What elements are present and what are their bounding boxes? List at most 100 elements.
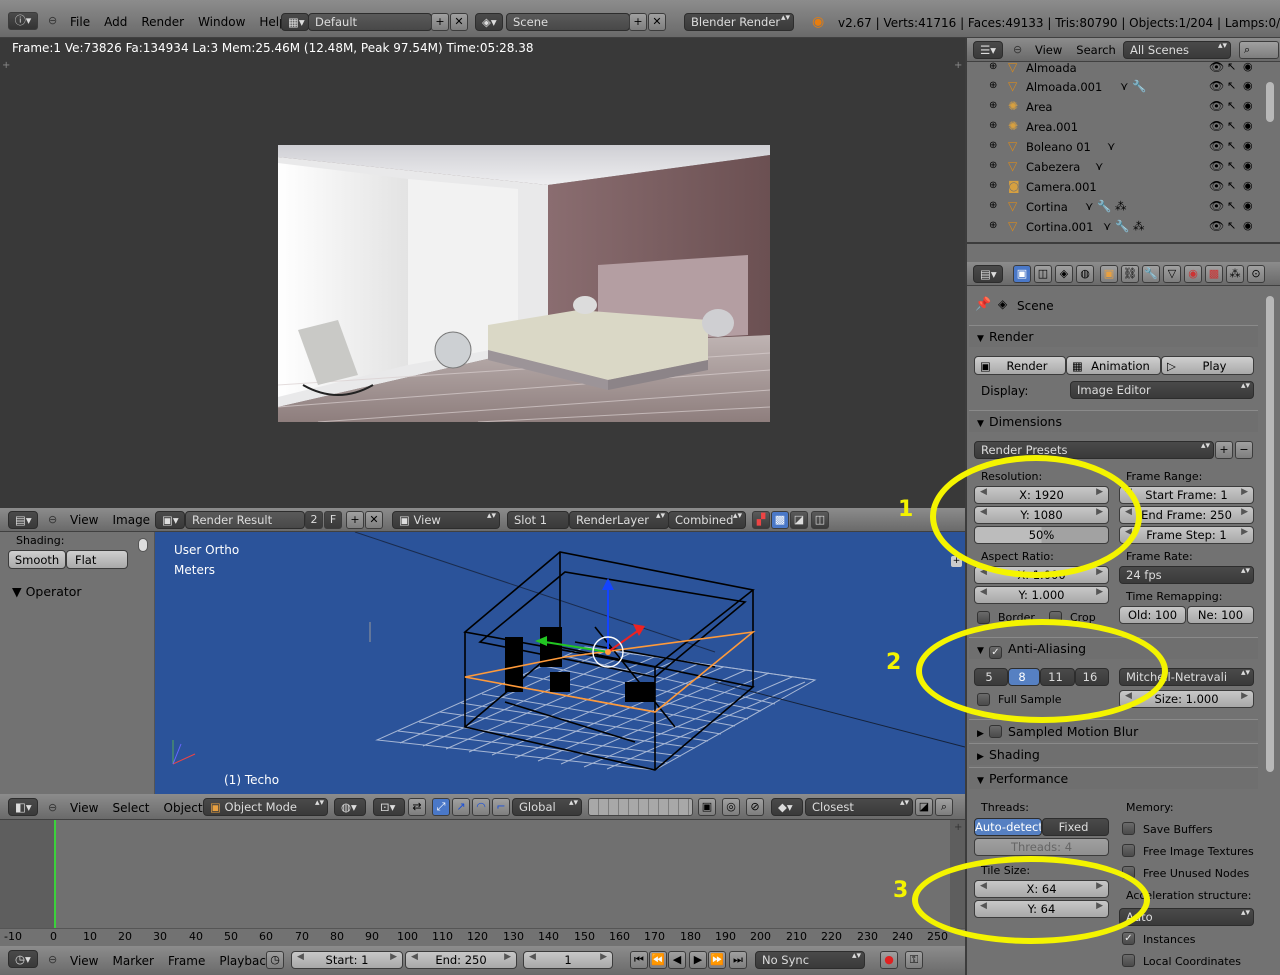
motion-blur-checkbox[interactable] [989, 725, 1002, 738]
operator-panel[interactable]: ▼ Operator [12, 584, 82, 599]
menu-view[interactable]: View [1035, 43, 1062, 57]
menu-view[interactable]: View [70, 954, 98, 968]
scene-select[interactable]: Scene [506, 13, 630, 31]
menu-render[interactable]: Render [141, 15, 184, 29]
collapse-menu-icon[interactable]: ⊖ [48, 14, 57, 27]
properties-editor-type-icon[interactable]: ▤▾ [973, 265, 1003, 283]
transform-icon[interactable]: ⌐ [492, 798, 510, 816]
image-editor-type-icon[interactable]: ▤▾ [8, 511, 38, 529]
world-tab-icon[interactable]: ◍ [1076, 265, 1094, 283]
jump-start-icon[interactable]: ⏮ [630, 951, 648, 969]
record-icon[interactable]: ● [880, 951, 898, 969]
timeline-corner-plus-icon[interactable]: + [954, 822, 962, 833]
performance-panel-header[interactable]: ▼ Performance [969, 767, 1258, 789]
image-users-field[interactable]: 2 [305, 511, 323, 529]
proportional-icon[interactable]: ⊘ [746, 798, 764, 816]
animation-button[interactable]: ▦ Animation [1066, 356, 1161, 375]
next-keyframe-icon[interactable]: ⏩ [708, 951, 726, 969]
pivot-icon[interactable]: ⊡▾ [373, 798, 405, 816]
display-select[interactable]: Image Editor ▴▾ [1070, 381, 1254, 399]
layer-lock-icon[interactable]: ▣ [698, 798, 716, 816]
threads-fixed-button[interactable]: Fixed [1042, 818, 1109, 836]
threads-auto-button[interactable]: Auto-detect [974, 818, 1042, 836]
opengl-render-icon[interactable]: ⌕ [935, 798, 953, 816]
prev-keyframe-icon[interactable]: ⏪ [649, 951, 667, 969]
manipulator-toggle-icon[interactable]: ⇄ [408, 798, 426, 816]
outliner-editor-type-icon[interactable]: ☰▾ [973, 41, 1003, 59]
fps-select[interactable]: 24 fps ▴▾ [1119, 566, 1254, 584]
fake-user-button[interactable]: F [324, 511, 342, 529]
outliner-filter-select[interactable]: All Scenes ▴▾ [1123, 41, 1231, 59]
end-frame-field[interactable]: ◀ End: 250 ▶ [405, 951, 517, 969]
snap-target-select[interactable]: Closest ▴▾ [805, 798, 913, 816]
physics-tab-icon[interactable]: ⊙ [1247, 265, 1265, 283]
smooth-button[interactable]: Smooth [8, 550, 66, 569]
free-textures-checkbox[interactable] [1122, 844, 1135, 857]
threads-count-field[interactable]: Threads: 4 [974, 838, 1109, 856]
play-icon[interactable]: ▶ [689, 951, 707, 969]
render-layers-tab-icon[interactable]: ◫ [1034, 265, 1052, 283]
add-preset-icon[interactable]: + [1215, 441, 1233, 459]
rotate-icon[interactable]: ↗ [452, 798, 470, 816]
viewport-editor-type-icon[interactable]: ◧▾ [8, 798, 38, 816]
menu-view[interactable]: View [70, 801, 98, 815]
outliner-row[interactable]: ⊕ ▽ Boleano 01 ⋎ 👁 ↖ ◉ [975, 137, 1263, 157]
render-button[interactable]: ▣ Render [974, 356, 1066, 375]
remove-layout-icon[interactable]: ✕ [450, 13, 468, 31]
object-tab-icon[interactable]: ▣ [1100, 265, 1118, 283]
add-layout-icon[interactable]: + [431, 13, 449, 31]
view-mode-select[interactable]: ▣ View ▴▾ [392, 511, 500, 529]
outliner-row[interactable]: ⊕ ▽ Cortina ⋎ 🔧 ⁂ 👁 ↖ ◉ [975, 197, 1263, 217]
menu-search[interactable]: Search [1076, 43, 1116, 57]
constraints-tab-icon[interactable]: ⛓ [1121, 265, 1139, 283]
render-tab-icon[interactable]: ▣ [1013, 265, 1031, 283]
particles-tab-icon[interactable]: ⁂ [1226, 265, 1244, 283]
collapse-menu-icon[interactable]: ⊖ [1013, 43, 1022, 56]
instances-checkbox[interactable]: ✓ [1122, 932, 1135, 945]
timeline-editor-type-icon[interactable]: ◷▾ [8, 950, 38, 968]
preview-range-icon[interactable]: ◷ [266, 951, 284, 969]
viewport-3d[interactable]: User Ortho Meters (1) Techo + [155, 532, 965, 794]
material-tab-icon[interactable]: ◉ [1184, 265, 1202, 283]
outliner-row[interactable]: ⊕ ▽ Cortina.001 ⋎ 🔧 ⁂ 👁 ↖ ◉ [975, 217, 1263, 237]
outliner-row[interactable]: ⊕ ✺ Area 👁 ↖ ◉ [975, 97, 1263, 117]
keying-set-icon[interactable]: ⚿ [905, 951, 923, 969]
corner-plus-icon[interactable]: + [2, 60, 10, 71]
scroll-handle[interactable] [138, 538, 148, 552]
outliner-scrollbar[interactable] [1266, 82, 1274, 122]
motion-blur-panel-header[interactable]: ▶ Sampled Motion Blur [969, 719, 1258, 741]
render-pass-select[interactable]: Combined ▴▾ [668, 511, 746, 529]
render-panel-header[interactable]: ▼ Render [969, 325, 1258, 347]
current-frame-line[interactable] [54, 820, 56, 930]
start-frame-field[interactable]: ◀ Start: 1 ▶ [291, 951, 403, 969]
render-layers-icon[interactable]: ◎ [722, 798, 740, 816]
dimensions-panel-header[interactable]: ▼ Dimensions [969, 410, 1258, 432]
pin-icon[interactable]: 📌 [975, 297, 991, 312]
layout-type-icon[interactable]: ▦▾ [281, 13, 309, 31]
flat-button[interactable]: Flat [66, 550, 128, 569]
outliner-row[interactable]: ⊕ ▽ Almoada.001 ⋎ 🔧 👁 ↖ ◉ [975, 77, 1263, 97]
outliner-row[interactable]: ⊕ ▽ Cabezera ⋎ 👁 ↖ ◉ [975, 157, 1263, 177]
new-image-icon[interactable]: + [346, 511, 364, 529]
collapse-menu-icon[interactable]: ⊖ [48, 801, 57, 814]
draw-alpha-icon[interactable]: ▩ [771, 511, 789, 529]
local-coords-checkbox[interactable] [1122, 954, 1135, 967]
menu-marker[interactable]: Marker [112, 954, 153, 968]
aspect-y-field[interactable]: ◀ Y: 1.000 ▶ [974, 586, 1109, 604]
menu-image[interactable]: Image [112, 513, 150, 527]
menu-object[interactable]: Object [164, 801, 203, 815]
properties-scrollbar[interactable] [1266, 296, 1274, 772]
render-preview-icon[interactable]: ◪ [915, 798, 933, 816]
image-browse-icon[interactable]: ▣▾ [155, 511, 185, 529]
image-name-field[interactable]: Render Result [185, 511, 305, 529]
jump-end-icon[interactable]: ⏭ [729, 951, 747, 969]
modifiers-tab-icon[interactable]: 🔧 [1142, 265, 1160, 283]
layer-buttons[interactable] [588, 798, 693, 816]
menu-playback[interactable]: Playback [219, 954, 273, 968]
translate-icon[interactable]: ⤢ [432, 798, 450, 816]
time-remap-old-field[interactable]: Old: 100 [1119, 606, 1186, 624]
info-editor-type-icon[interactable]: ⓘ▾ [8, 12, 38, 30]
play-reverse-icon[interactable]: ◀ [668, 951, 686, 969]
outliner-row[interactable]: ⊕ ✺ Area.001 👁 ↖ ◉ [975, 117, 1263, 137]
save-buffers-checkbox[interactable] [1122, 822, 1135, 835]
